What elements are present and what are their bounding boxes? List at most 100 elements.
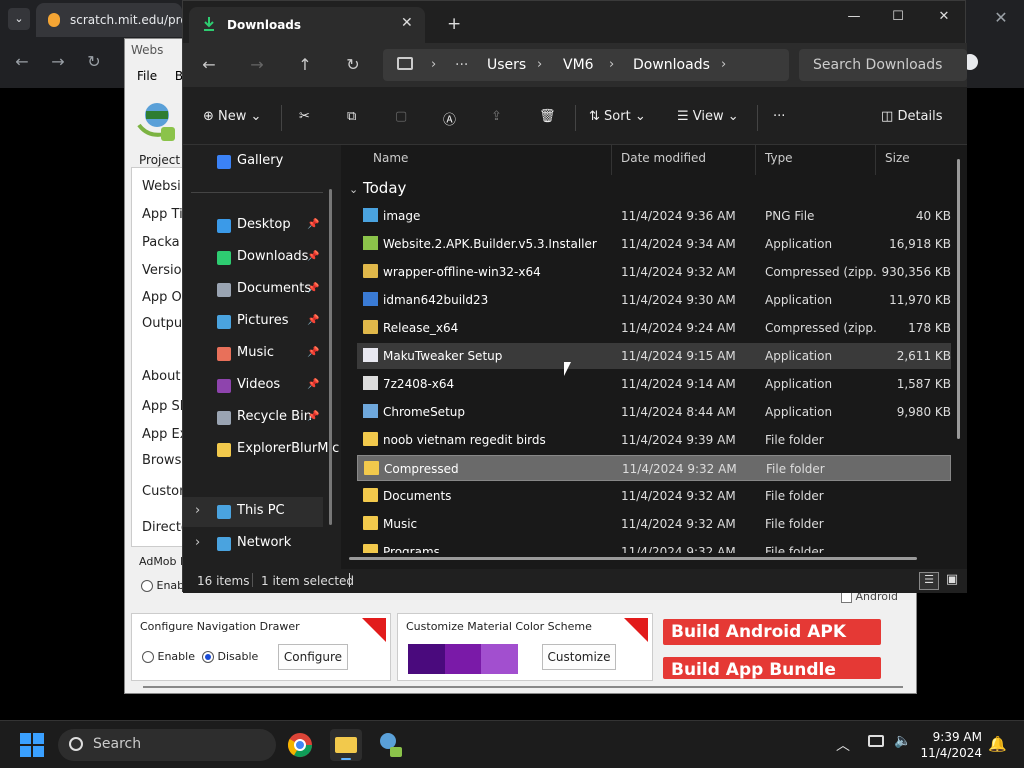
- app-scrollbar[interactable]: [143, 686, 903, 688]
- explorer-tab[interactable]: [189, 7, 425, 43]
- explorer-taskbar-icon[interactable]: [330, 729, 362, 761]
- system-clock[interactable]: 9:39 AM 11/4/2024: [920, 729, 982, 761]
- refresh-icon[interactable]: ↻: [341, 55, 365, 74]
- volume-muted-icon[interactable]: 🔈: [894, 733, 911, 749]
- crumb-vm6[interactable]: VM6: [563, 57, 594, 73]
- minimize-button[interactable]: —: [831, 9, 877, 24]
- nav-item-documents[interactable]: Documents: [237, 281, 311, 296]
- details-view-icon[interactable]: ☰: [919, 572, 939, 590]
- display-icon[interactable]: [868, 735, 884, 747]
- horizontal-scrollbar[interactable]: [349, 557, 917, 560]
- file-row[interactable]: idman642build23 11/4/2024 9:30 AM Applicat…: [357, 287, 951, 313]
- nav-item-gallery[interactable]: Gallery: [237, 153, 283, 168]
- sidebar-item[interactable]: App Or: [142, 290, 187, 305]
- nav-scrollbar[interactable]: [329, 189, 332, 525]
- color-swatch[interactable]: [481, 644, 519, 674]
- file-row[interactable]: MakuTweaker Setup 11/4/2024 9:15 AM Applic…: [357, 343, 951, 369]
- sidebar-item[interactable]: Output: [142, 316, 187, 331]
- sidebar-item[interactable]: Websi: [142, 179, 181, 194]
- nav-item-desktop[interactable]: Desktop: [237, 217, 291, 232]
- file-row[interactable]: image 11/4/2024 9:36 AM PNG File 40 KB: [357, 203, 951, 229]
- admob-enable-option[interactable]: Enab: [141, 579, 184, 592]
- column-type[interactable]: Type: [765, 151, 793, 165]
- share-icon[interactable]: ⇪: [491, 109, 502, 124]
- nav-item-recycle-bin[interactable]: Recycle Bin: [237, 409, 312, 424]
- chrome-taskbar-icon[interactable]: [284, 729, 316, 761]
- build-apk-button[interactable]: Build Android APK: [663, 619, 881, 645]
- file-row[interactable]: Release_x64 11/4/2024 9:24 AM Compressed (…: [357, 315, 951, 341]
- color-swatch[interactable]: [444, 644, 482, 674]
- chevron-right-icon[interactable]: ›: [195, 535, 200, 550]
- configure-button[interactable]: Configure: [278, 644, 348, 670]
- customize-button[interactable]: Customize: [542, 644, 616, 670]
- nav-item-downloads[interactable]: Downloads: [237, 249, 308, 264]
- cut-icon[interactable]: ✂: [299, 109, 310, 124]
- nav-item-music[interactable]: Music: [237, 345, 274, 360]
- nav-item-explorerblurmic[interactable]: ExplorerBlurMic: [237, 441, 339, 456]
- build-bundle-button[interactable]: Build App Bundle: [663, 657, 881, 679]
- new-tab-icon[interactable]: +: [447, 14, 461, 34]
- nav-item-this-pc[interactable]: This PC: [237, 503, 285, 518]
- file-row[interactable]: noob vietnam regedit birds 11/4/2024 9:39…: [357, 427, 951, 453]
- file-row[interactable]: Music 11/4/2024 9:32 AM File folder: [357, 511, 951, 537]
- paste-icon[interactable]: ▢: [395, 109, 407, 124]
- browser-forward-icon[interactable]: →: [46, 52, 70, 71]
- browser-back-icon[interactable]: ←: [10, 52, 34, 71]
- color-swatches[interactable]: [408, 644, 519, 674]
- nav-drawer-enable[interactable]: Enable: [142, 650, 195, 663]
- file-row[interactable]: 7z2408-x64 11/4/2024 9:14 AM Application 1,…: [357, 371, 951, 397]
- sort-button[interactable]: ⇅ Sort ⌄: [589, 109, 646, 124]
- rename-icon[interactable]: Ⓐ: [443, 109, 456, 128]
- close-button[interactable]: ✕: [921, 9, 967, 24]
- column-divider[interactable]: [875, 145, 876, 175]
- delete-icon[interactable]: 🗑: [539, 109, 556, 124]
- sidebar-item[interactable]: App Ex: [142, 427, 187, 442]
- view-button[interactable]: ☰ View ⌄: [677, 109, 739, 124]
- chevron-right-icon[interactable]: ›: [195, 503, 200, 518]
- menu-file[interactable]: File: [137, 69, 157, 83]
- forward-icon[interactable]: →: [245, 55, 269, 74]
- checkbox-icon[interactable]: [841, 591, 852, 603]
- nav-drawer-disable[interactable]: Disable: [202, 650, 258, 663]
- radio-icon[interactable]: [141, 580, 153, 592]
- chevron-up-icon[interactable]: ︿: [836, 735, 850, 755]
- column-divider[interactable]: [755, 145, 756, 175]
- nav-item-network[interactable]: Network: [237, 535, 291, 550]
- browser-reload-icon[interactable]: ↻: [82, 52, 106, 71]
- radio-selected-icon[interactable]: [202, 651, 214, 663]
- maximize-button[interactable]: ☐: [875, 9, 921, 24]
- more-options-button[interactable]: ···: [773, 109, 785, 124]
- sidebar-item[interactable]: App Ti: [142, 207, 183, 222]
- address-bar[interactable]: › ··· Users › VM6 › Downloads ›: [383, 49, 789, 81]
- file-row[interactable]: Website.2.APK.Builder.v5.3.Installer 11/4…: [357, 231, 951, 257]
- column-size[interactable]: Size: [885, 151, 910, 165]
- vertical-scrollbar[interactable]: [957, 159, 960, 439]
- search-input[interactable]: Search Downloads: [799, 49, 967, 81]
- column-name[interactable]: Name: [373, 151, 408, 165]
- details-button[interactable]: ◫ Details: [881, 109, 943, 124]
- crumb-users[interactable]: Users: [487, 57, 526, 73]
- windows-start-icon[interactable]: [20, 733, 44, 757]
- back-icon[interactable]: ←: [197, 55, 221, 74]
- browser-tab[interactable]: scratch.mit.edu/proje: [36, 3, 182, 37]
- browser-close-button[interactable]: ✕: [990, 8, 1012, 27]
- new-button[interactable]: ⊕ New ⌄: [203, 109, 261, 124]
- column-date[interactable]: Date modified: [621, 151, 706, 165]
- nav-item-videos[interactable]: Videos: [237, 377, 280, 392]
- file-row[interactable]: Compressed 11/4/2024 9:32 AM File folder: [357, 455, 951, 481]
- file-row[interactable]: Programs 11/4/2024 9:32 AM File folder: [357, 539, 951, 553]
- tiles-view-icon[interactable]: ▣: [943, 572, 961, 590]
- sidebar-item[interactable]: Packa: [142, 235, 180, 250]
- file-row[interactable]: Documents 11/4/2024 9:32 AM File folder: [357, 483, 951, 509]
- copy-icon[interactable]: ⧉: [347, 109, 356, 124]
- sidebar-item[interactable]: Versio: [142, 263, 182, 278]
- chevron-down-icon[interactable]: ⌄: [349, 183, 358, 196]
- radio-icon[interactable]: [142, 651, 154, 663]
- nav-item-pictures[interactable]: Pictures: [237, 313, 288, 328]
- tab-list-dropdown[interactable]: ⌄: [8, 8, 30, 30]
- notification-bell-icon[interactable]: 🔔: [988, 735, 1007, 753]
- color-swatch[interactable]: [408, 644, 445, 674]
- crumb-ellipsis[interactable]: ···: [455, 57, 468, 73]
- close-tab-icon[interactable]: ✕: [401, 15, 413, 31]
- taskbar-search[interactable]: Search: [58, 729, 276, 761]
